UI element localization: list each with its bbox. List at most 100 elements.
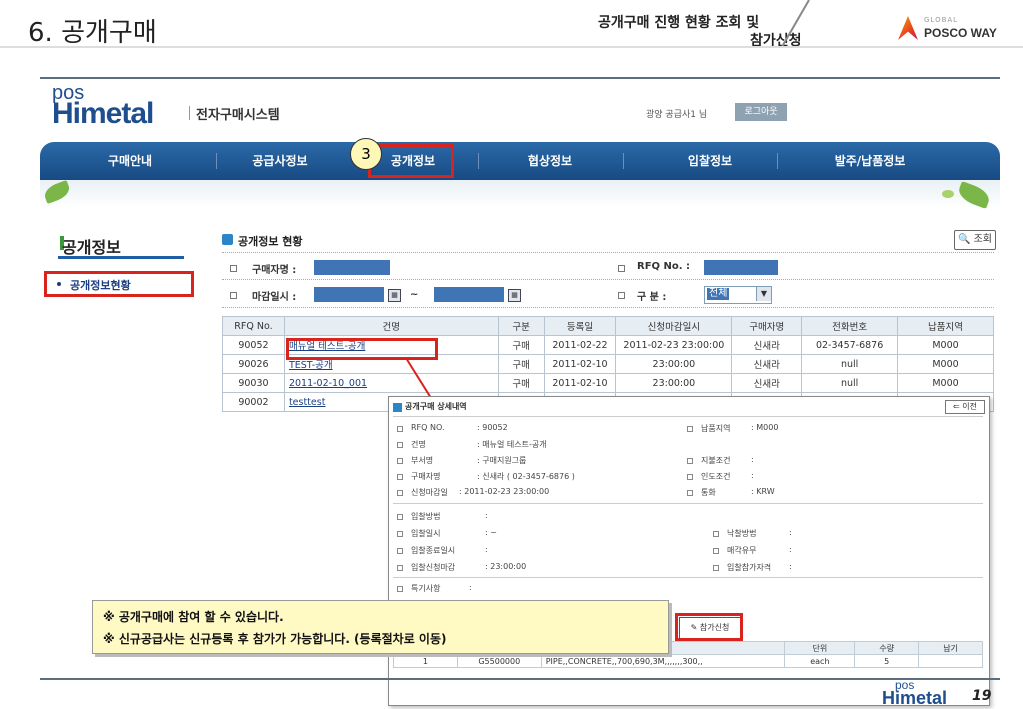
field-bullet-icon [397, 442, 403, 448]
deadline-from-input[interactable] [314, 287, 384, 302]
filter-divider [222, 307, 994, 308]
cell-rfq-no: 90002 [222, 392, 285, 412]
field-delivery-label: 인도조건 [701, 472, 731, 481]
deadline-label: 마감일시 : [252, 292, 297, 303]
field-dept-value: : 구매지원그룹 [477, 456, 527, 465]
col-reg-date[interactable]: 등록일 [543, 316, 617, 336]
field-buyer-label: 구매자명 [411, 472, 441, 481]
sale-flag-value: : [789, 545, 792, 554]
col-type[interactable]: 구분 [497, 316, 545, 336]
nav-item-order-delivery-info[interactable]: 발주/납품정보 [810, 142, 930, 180]
cell-reg-date: 2011-02-10 [543, 354, 617, 374]
row-highlight-box [286, 338, 438, 360]
popup-divider [393, 416, 983, 417]
dropdown-arrow-icon: ▼ [756, 287, 771, 301]
page-number: 19 [972, 688, 992, 704]
back-arrow-icon: ⇐ [953, 402, 960, 411]
leaf-icon [942, 190, 954, 198]
search-button[interactable]: 🔍 조회 [954, 230, 996, 250]
bid-method-value: : [485, 511, 488, 520]
buyer-label: 구매자명 : [252, 265, 297, 276]
award-method-label: 낙찰방법 [727, 529, 757, 538]
logo-separator [189, 106, 190, 120]
rfq-label: RFQ No. : [637, 261, 691, 272]
field-region-value: : M000 [751, 423, 779, 432]
filter-bullet-icon [618, 265, 625, 272]
himetal-logo[interactable]: Himetal [52, 97, 154, 131]
table-header-row: RFQ No. 건명 구분 등록일 신청마감일시 구매자명 전화번호 납품지역 [222, 316, 994, 336]
sidebar-bullet-icon [57, 282, 61, 286]
field-deadline-label: 신청마감일 [411, 488, 448, 497]
bid-qualification-label: 입찰참가자격 [727, 563, 772, 572]
nav-separator [216, 153, 217, 169]
cell-phone: null [801, 373, 899, 393]
rfq-input[interactable] [704, 260, 778, 275]
bid-apply-deadline-value: : 23:00:00 [485, 562, 527, 571]
col-title[interactable]: 건명 [283, 316, 499, 336]
sale-flag-label: 매각유무 [727, 546, 757, 555]
cell-reg-date: 2011-02-10 [543, 373, 617, 393]
posco-global-text: GLOBAL [924, 16, 959, 24]
field-payment-value: : [751, 455, 754, 464]
posco-mark-icon [898, 16, 918, 40]
type-label: 구 분 : [637, 292, 667, 303]
type-select[interactable]: 전체 ▼ [704, 286, 772, 304]
nav-item-supplier-info[interactable]: 공급사정보 [225, 142, 335, 180]
filter-divider [222, 252, 994, 253]
slide-top-divider [0, 46, 1023, 48]
footer-logo-himetal: Himetal [882, 688, 948, 708]
cell-region: M000 [897, 373, 994, 393]
nav-item-bid-info[interactable]: 입찰정보 [660, 142, 760, 180]
field-rfq-value: : 90052 [477, 423, 508, 432]
cell-title-link[interactable]: 2011-02-10_001 [283, 373, 499, 393]
cell-item-due [918, 654, 983, 668]
field-rfq-label: RFQ NO. [411, 423, 445, 432]
sidebar-item-public-info-status[interactable]: 공개정보현황 [70, 277, 131, 293]
col-item-unit: 단위 [784, 641, 856, 655]
cell-rfq-no: 90052 [222, 335, 285, 355]
field-title-label: 건명 [411, 440, 426, 449]
cell-deadline: 2011-02-23 23:00:00 [615, 335, 733, 355]
calendar-icon[interactable]: ▦ [388, 289, 401, 302]
cell-item-code: G5500000 [456, 654, 542, 668]
field-dept-label: 부서명 [411, 456, 434, 465]
join-button-highlight [675, 613, 743, 641]
section-arrow-icon [393, 403, 402, 412]
field-bullet-icon [397, 490, 403, 496]
col-phone[interactable]: 전화번호 [801, 316, 899, 336]
col-region[interactable]: 납품지역 [897, 316, 994, 336]
col-rfq-no[interactable]: RFQ No. [222, 316, 285, 336]
field-bullet-icon [687, 490, 693, 496]
note-line-1: ※ 공개구매에 참여 할 수 있습니다. [103, 610, 284, 624]
field-bullet-icon [687, 458, 693, 464]
slide-subtitle-line1: 공개구매 진행 현황 조회 및 [598, 15, 760, 31]
buyer-input[interactable] [314, 260, 390, 275]
field-deadline-value: : 2011-02-23 23:00:00 [459, 487, 550, 496]
bid-apply-deadline-label: 입찰신청마감 [411, 563, 456, 572]
back-button[interactable]: ⇐ 이전 [945, 400, 985, 414]
nav-item-negotiation-info[interactable]: 협상정보 [500, 142, 600, 180]
cell-item-unit: each [784, 654, 856, 668]
nav-separator [777, 153, 778, 169]
cell-item-qty: 5 [854, 654, 920, 668]
deadline-to-input[interactable] [434, 287, 504, 302]
field-bullet-icon [687, 474, 693, 480]
footer-divider [40, 678, 1000, 680]
posco-way-logo: GLOBAL POSCO WAY [898, 14, 1008, 44]
field-bullet-icon [397, 548, 403, 554]
calendar-icon[interactable]: ▦ [508, 289, 521, 302]
cell-region: M000 [897, 354, 994, 374]
sidebar-title: 공개정보 [62, 238, 121, 257]
logout-button[interactable]: 로그아웃 [735, 103, 787, 121]
nav-item-purchase-guide[interactable]: 구매안내 [70, 142, 190, 180]
table-row[interactable]: 90030 2011-02-10_001 구매 2011-02-10 23:00… [222, 373, 994, 393]
decor-band [40, 180, 1000, 208]
field-bullet-icon [397, 458, 403, 464]
bid-qualification-value: : [789, 562, 792, 571]
col-buyer[interactable]: 구매자명 [731, 316, 803, 336]
slide-title: 6. 공개구매 [28, 18, 157, 48]
filter-bullet-icon [230, 265, 237, 272]
cell-item-description: PIPE,,CONCRETE,,700,690,3M,,,,,,,300,, [540, 654, 786, 668]
cell-rfq-no: 90030 [222, 373, 285, 393]
col-deadline[interactable]: 신청마감일시 [615, 316, 733, 336]
